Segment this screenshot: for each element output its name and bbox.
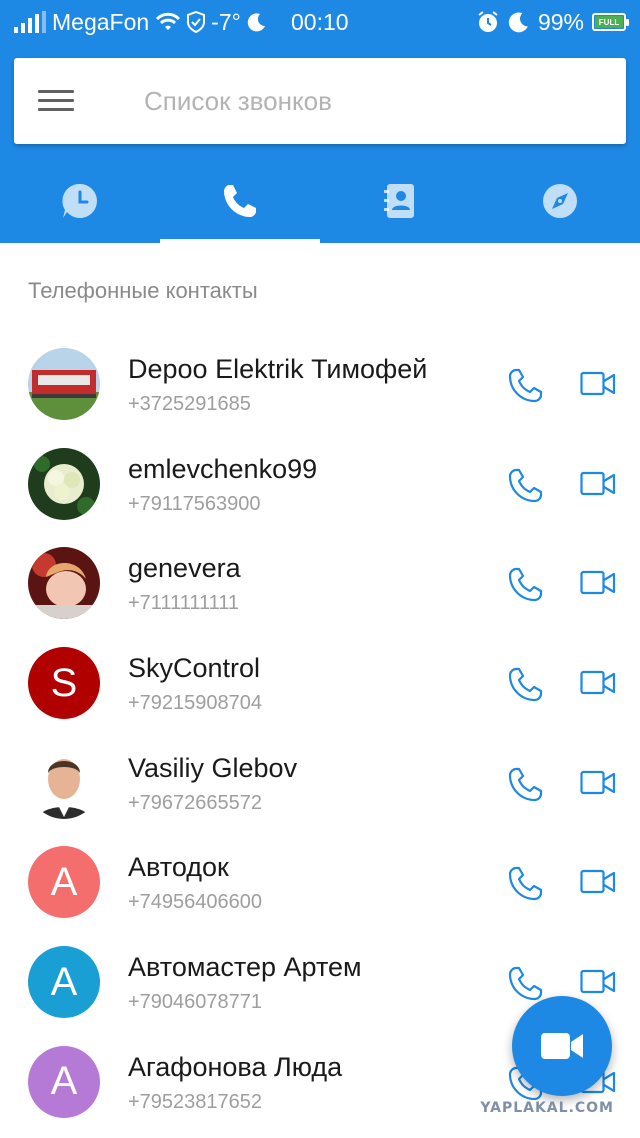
video-camera-icon[interactable] [580, 569, 616, 597]
phone-icon[interactable] [506, 963, 546, 1003]
contact-name: Depoo Elektrik Тимофей [128, 354, 428, 384]
tab-calls[interactable] [160, 159, 320, 243]
avatar[interactable]: S [28, 647, 100, 720]
video-camera-icon[interactable] [580, 968, 616, 996]
contact-row[interactable]: Depoo Elektrik Тимофей +3725291685 [0, 334, 640, 434]
video-camera-icon[interactable] [580, 370, 616, 398]
contact-name: Автомастер Артем [128, 952, 362, 983]
clock-time: 00:10 [291, 9, 349, 35]
video-camera-icon[interactable] [580, 669, 616, 697]
contact-row[interactable]: genevera +7111111111 [0, 533, 640, 633]
wifi-icon [156, 12, 181, 30]
shield-icon [187, 11, 206, 33]
contact-name: Автодок [128, 852, 229, 883]
contact-name: genevera [128, 553, 241, 584]
avatar[interactable]: A [28, 946, 100, 1019]
status-left: MegaFon -7° [14, 8, 267, 36]
contact-phone: +7111111111 [128, 592, 240, 615]
contact-phone: +79046078771 [128, 991, 263, 1014]
video-camera-icon[interactable] [580, 769, 616, 797]
avatar[interactable]: A [28, 846, 100, 919]
phone-icon[interactable] [506, 863, 546, 903]
phone-icon[interactable] [506, 664, 546, 704]
phone-icon[interactable] [506, 465, 546, 505]
video-call-fab[interactable] [512, 996, 612, 1096]
search-bar[interactable]: Список звонков [14, 58, 626, 144]
video-camera-icon[interactable] [580, 868, 616, 896]
phone-icon [224, 185, 256, 217]
contact-phone: +79523817652 [128, 1090, 263, 1113]
avatar[interactable] [28, 746, 100, 819]
watermark: YAPLAKAL.COM [480, 1100, 614, 1116]
tab-bar [0, 159, 640, 243]
avatar[interactable] [28, 447, 100, 520]
contacts-book-icon [384, 184, 414, 218]
phone-icon[interactable] [506, 764, 546, 804]
avatar[interactable] [28, 547, 100, 620]
avatar[interactable] [28, 348, 100, 420]
carrier-name: MegaFon [52, 8, 150, 35]
contact-name: Vasiliy Glebov [128, 752, 298, 783]
moon-icon [508, 12, 528, 33]
signal-icon [14, 11, 46, 33]
phone-icon[interactable] [506, 564, 546, 604]
alarm-icon [478, 11, 498, 32]
contact-row[interactable]: S SkyControl +79215908704 [0, 633, 640, 733]
avatar[interactable]: A [28, 1045, 100, 1118]
compass-icon [543, 184, 577, 218]
tab-selected-indicator [160, 239, 320, 243]
status-bar: MegaFon -7° 00:10 99% FULL [0, 0, 640, 44]
contact-phone: +3725291685 [128, 393, 251, 415]
contact-name: Агафонова Люда [128, 1051, 343, 1082]
tab-contacts[interactable] [320, 159, 480, 243]
temperature: -7° [211, 8, 241, 35]
contact-name: emlevchenko99 [128, 453, 318, 484]
video-camera-icon [541, 1033, 583, 1059]
video-camera-icon[interactable] [580, 470, 616, 498]
clock-icon [62, 183, 97, 218]
tab-discover[interactable] [480, 159, 640, 243]
contact-phone: +79117563900 [128, 492, 261, 515]
contact-name: SkyControl [128, 653, 261, 684]
contact-phone: +74956406600 [128, 891, 263, 914]
contact-phone: +79215908704 [128, 692, 263, 715]
contact-row[interactable]: emlevchenko99 +79117563900 [0, 434, 640, 534]
battery-label: FULL [598, 17, 620, 27]
contact-row[interactable]: A Автодок +74956406600 [0, 832, 640, 932]
battery-icon: FULL [592, 13, 629, 31]
menu-icon[interactable] [38, 88, 76, 114]
app-bar: Список звонков [0, 44, 640, 243]
battery-percent: 99% [537, 8, 584, 35]
moon-icon [247, 13, 265, 32]
section-title: Телефонные контакты [28, 278, 258, 303]
phone-icon[interactable] [506, 365, 546, 405]
search-placeholder[interactable]: Список звонков [144, 86, 332, 117]
contact-phone: +79672665572 [128, 791, 263, 814]
tab-recent[interactable] [0, 159, 160, 243]
contact-row[interactable]: Vasiliy Glebov +79672665572 [0, 733, 640, 833]
status-right: 99% FULL [476, 8, 629, 36]
